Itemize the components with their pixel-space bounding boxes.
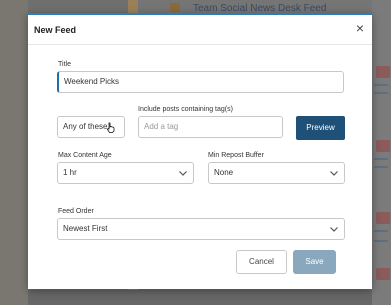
background-sidebar xyxy=(0,0,28,305)
dialog-divider xyxy=(28,44,372,45)
background-text-line xyxy=(374,92,388,94)
background-right-panel xyxy=(372,0,391,305)
close-icon[interactable]: × xyxy=(353,21,367,35)
preview-button[interactable]: Preview xyxy=(296,116,345,140)
tag-input-placeholder: Add a tag xyxy=(144,122,179,131)
cancel-button[interactable]: Cancel xyxy=(236,250,287,274)
chevron-down-icon xyxy=(330,171,338,176)
max-age-label: Max Content Age xyxy=(58,152,112,159)
background-thumbnail xyxy=(376,212,390,224)
chevron-down-icon xyxy=(330,227,338,232)
background-footer xyxy=(28,290,372,305)
new-feed-dialog: New Feed × Title Weekend Picks Any of th… xyxy=(28,13,372,289)
max-age-select[interactable]: 1 hr xyxy=(57,162,194,184)
feed-order-select[interactable]: Newest First xyxy=(57,218,345,240)
background-thumbnail xyxy=(376,268,390,280)
tag-input[interactable]: Add a tag xyxy=(138,116,283,138)
title-input[interactable]: Weekend Picks xyxy=(57,71,344,93)
background-thumbnail xyxy=(376,66,390,78)
background-text-line xyxy=(374,230,388,232)
title-label: Title xyxy=(58,61,71,68)
feed-order-value: Newest First xyxy=(63,224,108,233)
repost-buffer-value: None xyxy=(214,168,234,177)
save-button[interactable]: Save xyxy=(293,250,336,274)
repost-buffer-label: Min Repost Buffer xyxy=(208,152,264,159)
hand-cursor-icon xyxy=(107,122,115,133)
background-text-line xyxy=(374,166,388,168)
background-text-line xyxy=(374,84,388,86)
tags-label: Include posts containing tag(s) xyxy=(138,106,233,113)
chevron-down-icon xyxy=(179,171,187,176)
dialog-title: New Feed xyxy=(34,25,77,35)
background-text-line xyxy=(374,240,388,242)
feed-icon xyxy=(170,3,180,12)
max-age-value: 1 hr xyxy=(63,168,77,177)
background-thumbnail xyxy=(376,140,390,152)
repost-buffer-select[interactable]: None xyxy=(208,162,345,184)
feed-order-label: Feed Order xyxy=(58,208,94,215)
background-text-line xyxy=(374,158,388,160)
